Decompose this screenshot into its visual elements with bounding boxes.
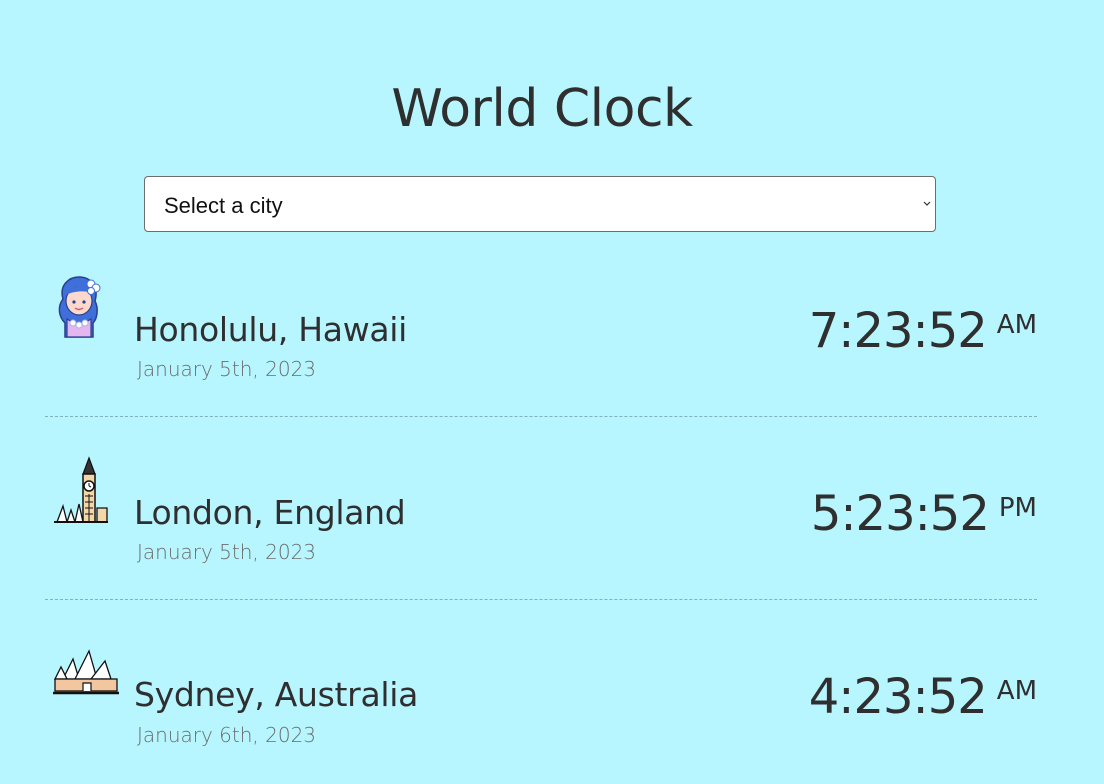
big-ben-icon bbox=[54, 456, 108, 523]
time-ampm: AM bbox=[996, 676, 1037, 706]
city-time: 5:23:52 PM bbox=[811, 486, 1037, 542]
city-name: London, England bbox=[134, 493, 406, 532]
city-time: 4:23:52 AM bbox=[809, 669, 1037, 725]
city-name: Honolulu, Hawaii bbox=[134, 310, 408, 349]
hula-dancer-icon bbox=[58, 276, 101, 338]
time-ampm: PM bbox=[998, 493, 1037, 523]
city-select-value: Select a city bbox=[164, 193, 283, 218]
time-value: 7:23:52 bbox=[808, 303, 988, 359]
city-time: 7:23:52 AM bbox=[809, 303, 1037, 359]
sydney-opera-house-icon bbox=[53, 649, 119, 695]
city-name: Sydney, Australia bbox=[134, 675, 419, 714]
city-date: January 5th, 2023 bbox=[137, 540, 317, 564]
city-row-sydney: Sydney, Australia January 6th, 2023 4:23… bbox=[45, 599, 1037, 782]
city-select[interactable]: Select a city bbox=[144, 176, 936, 232]
city-row-honolulu: Honolulu, Hawaii January 5th, 2023 7:23:… bbox=[45, 233, 1037, 417]
page-title: World Clock bbox=[391, 79, 693, 139]
chevron-down-icon bbox=[923, 201, 931, 206]
city-date: January 5th, 2023 bbox=[137, 357, 317, 381]
time-value: 5:23:52 bbox=[810, 486, 990, 542]
time-ampm: AM bbox=[996, 310, 1037, 340]
time-value: 4:23:52 bbox=[808, 669, 988, 725]
city-row-london: London, England January 5th, 2023 5:23:5… bbox=[45, 416, 1037, 600]
city-date: January 6th, 2023 bbox=[137, 723, 317, 747]
